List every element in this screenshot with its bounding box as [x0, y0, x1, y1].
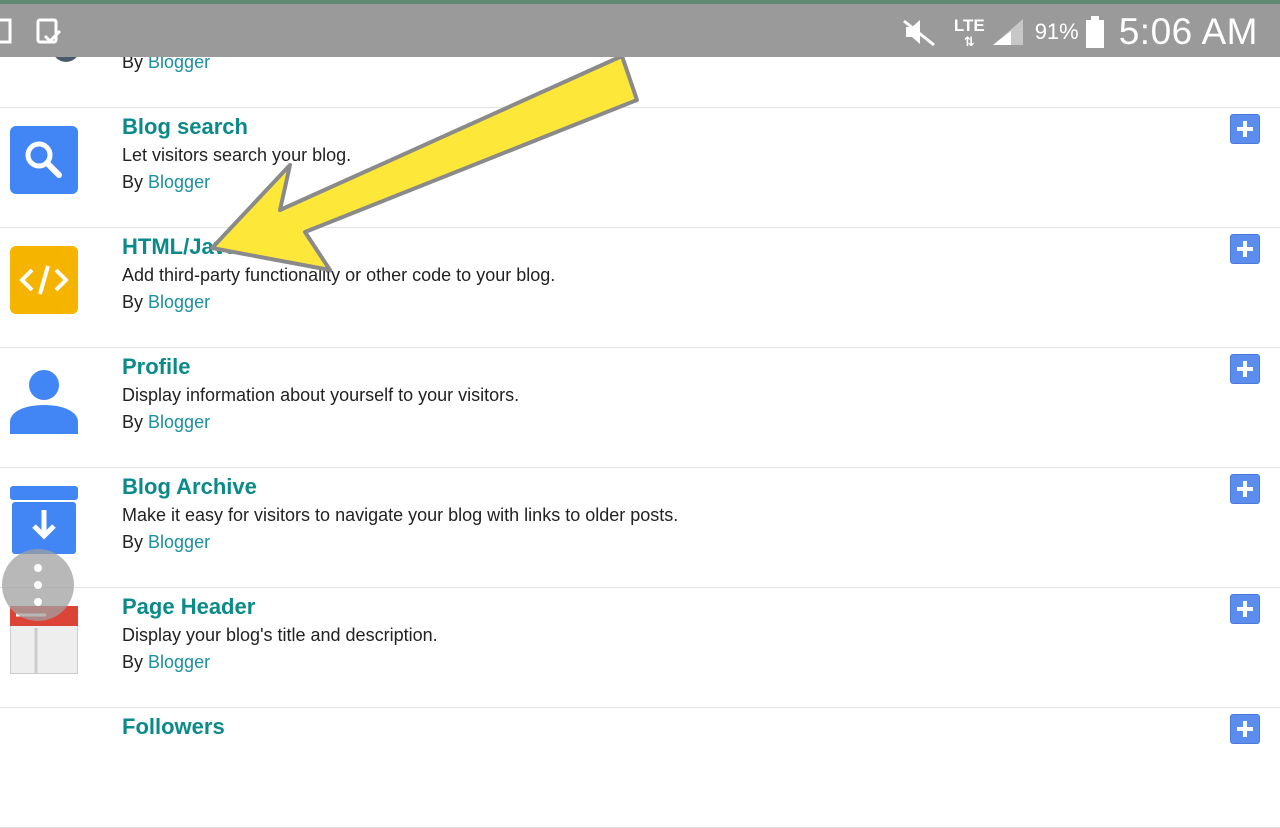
data-arrows-icon: ⇅ — [963, 33, 975, 49]
author-link[interactable]: Blogger — [148, 412, 210, 432]
battery-percent: 91% — [1034, 19, 1079, 44]
add-gadget-button[interactable] — [1230, 474, 1260, 504]
author-link[interactable]: Blogger — [148, 172, 210, 192]
by-prefix: By — [122, 292, 144, 312]
gadget-description: Make it easy for visitors to navigate yo… — [122, 505, 679, 525]
gadget-description: Add third-party functionality or other c… — [122, 265, 556, 285]
add-gadget-button[interactable] — [1230, 594, 1260, 624]
gadget-title[interactable]: Blog search — [122, 114, 248, 140]
network-indicator: LTE ⇅ — [954, 17, 985, 48]
person-icon — [10, 370, 78, 434]
gadget-description: Let visitors search your blog. — [122, 145, 352, 165]
gadget-title[interactable]: Blog Archive — [122, 474, 257, 500]
dot-icon — [34, 564, 42, 572]
status-right: LTE ⇅ 91% 5:06 AM — [902, 10, 1258, 54]
by-prefix: By — [122, 412, 144, 432]
add-gadget-button[interactable] — [1230, 354, 1260, 384]
code-icon — [10, 246, 78, 314]
add-gadget-button[interactable] — [1230, 234, 1260, 264]
gadget-title[interactable]: HTML/JavaScript — [122, 234, 301, 260]
gadget-description: Display your blog's title and descriptio… — [122, 625, 438, 645]
archive-icon — [10, 486, 78, 554]
list-item-html-javascript: HTML/JavaScript Add third-party function… — [0, 228, 1280, 348]
gadget-author-line: By Blogger — [122, 412, 210, 433]
network-type: LTE — [953, 15, 985, 35]
list-item-blog-search: Blog search Let visitors search your blo… — [0, 108, 1280, 228]
list-item-page-header: Page Header Display your blog's title an… — [0, 588, 1280, 708]
signal-icon — [992, 19, 1023, 45]
gadget-author-line: By Blogger — [122, 532, 210, 553]
gadget-title[interactable]: Profile — [122, 354, 190, 380]
by-prefix: By — [122, 652, 144, 672]
list-item-followers: Followers — [0, 708, 1280, 828]
gadget-description: Display information about yourself to yo… — [122, 385, 520, 405]
dot-icon — [34, 581, 42, 589]
gadget-title[interactable]: Followers — [122, 714, 225, 740]
floating-menu-button[interactable] — [2, 549, 74, 621]
author-link[interactable]: Blogger — [148, 652, 210, 672]
by-prefix: By — [122, 532, 144, 552]
dot-icon — [34, 598, 42, 606]
author-link[interactable]: Blogger — [148, 532, 210, 552]
mute-icon — [902, 19, 935, 47]
by-prefix: By — [122, 172, 144, 192]
clock: 5:06 AM — [1118, 11, 1258, 52]
notification-icons — [0, 18, 62, 44]
author-link[interactable]: Blogger — [148, 292, 210, 312]
gadget-author-line: By Blogger — [122, 652, 210, 673]
list-item-profile: Profile Display information about yourse… — [0, 348, 1280, 468]
gadget-author-line: By Blogger — [122, 292, 210, 313]
list-item-blog-archive: Blog Archive Make it easy for visitors t… — [0, 468, 1280, 588]
add-gadget-button[interactable] — [1230, 714, 1260, 744]
gadget-title[interactable]: Page Header — [122, 594, 255, 620]
search-icon — [10, 126, 78, 194]
battery-icon — [1085, 16, 1104, 48]
status-bar: LTE ⇅ 91% 5:06 AM — [0, 0, 1280, 57]
status-left-icons — [0, 14, 70, 50]
add-gadget-button[interactable] — [1230, 114, 1260, 144]
gadget-author-line: By Blogger — [122, 172, 210, 193]
